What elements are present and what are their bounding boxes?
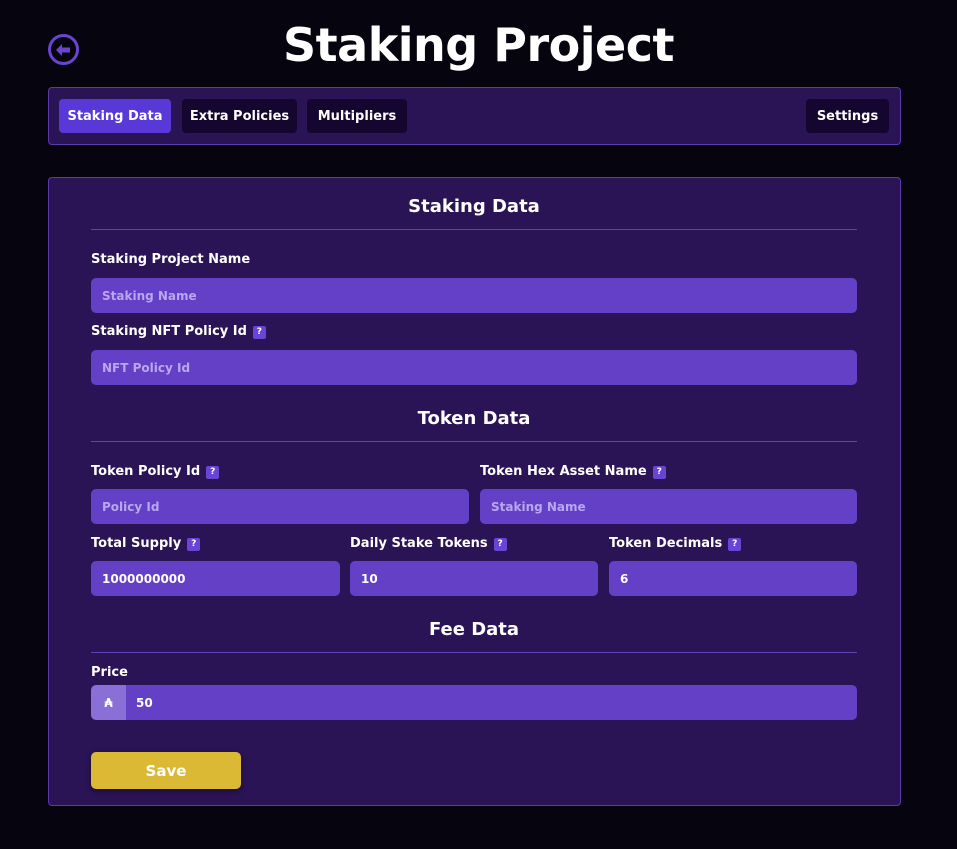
staking-form-card: Staking Data Staking Project Name Stakin… bbox=[48, 177, 901, 806]
staking-project-name-label: Staking Project Name bbox=[91, 252, 250, 268]
token-policy-id-input[interactable] bbox=[91, 489, 469, 524]
staking-nft-policy-id-label: Staking NFT Policy Id ? bbox=[91, 324, 266, 340]
save-button[interactable]: Save bbox=[91, 752, 241, 789]
help-icon[interactable]: ? bbox=[652, 465, 666, 479]
section-divider bbox=[91, 441, 857, 442]
label-text: Staking NFT Policy Id bbox=[91, 324, 247, 339]
help-icon[interactable]: ? bbox=[187, 537, 201, 551]
label-text: Price bbox=[91, 665, 128, 680]
section-title-staking-data: Staking Data bbox=[408, 196, 540, 217]
token-hex-asset-name-label: Token Hex Asset Name ? bbox=[480, 464, 666, 480]
label-text: Daily Stake Tokens bbox=[350, 536, 488, 551]
label-text: Token Decimals bbox=[609, 536, 723, 551]
token-policy-id-label: Token Policy Id ? bbox=[91, 464, 220, 480]
section-divider bbox=[91, 229, 857, 230]
help-icon[interactable]: ? bbox=[728, 537, 742, 551]
section-title-fee-data: Fee Data bbox=[428, 619, 520, 640]
staking-project-name-input[interactable] bbox=[91, 278, 857, 313]
ada-currency-icon: ₳ bbox=[91, 685, 126, 720]
total-supply-input[interactable] bbox=[91, 561, 340, 596]
price-input[interactable] bbox=[126, 685, 857, 720]
price-input-group: ₳ bbox=[91, 685, 857, 720]
tab-bar: Staking Data Extra Policies Multipliers … bbox=[48, 87, 901, 145]
daily-stake-tokens-input[interactable] bbox=[350, 561, 598, 596]
section-divider bbox=[91, 652, 857, 653]
section-title-token-data: Token Data bbox=[417, 408, 531, 429]
label-text: Token Hex Asset Name bbox=[480, 464, 647, 479]
help-icon[interactable]: ? bbox=[206, 465, 220, 479]
page-title: Staking Project bbox=[283, 18, 674, 72]
daily-stake-tokens-label: Daily Stake Tokens ? bbox=[350, 536, 507, 552]
help-icon[interactable]: ? bbox=[493, 537, 507, 551]
token-hex-asset-name-input[interactable] bbox=[480, 489, 857, 524]
tab-staking-data[interactable]: Staking Data bbox=[59, 99, 171, 133]
tab-extra-policies[interactable]: Extra Policies bbox=[182, 99, 297, 133]
token-decimals-input[interactable] bbox=[609, 561, 857, 596]
token-decimals-label: Token Decimals ? bbox=[609, 536, 742, 552]
staking-nft-policy-id-input[interactable] bbox=[91, 350, 857, 385]
help-icon[interactable]: ? bbox=[252, 325, 266, 339]
label-text: Total Supply bbox=[91, 536, 182, 551]
total-supply-label: Total Supply ? bbox=[91, 536, 201, 552]
tab-settings[interactable]: Settings bbox=[806, 99, 889, 133]
tab-multipliers[interactable]: Multipliers bbox=[307, 99, 407, 133]
price-label: Price bbox=[91, 665, 128, 681]
label-text: Staking Project Name bbox=[91, 252, 251, 267]
label-text: Token Policy Id bbox=[91, 464, 201, 479]
